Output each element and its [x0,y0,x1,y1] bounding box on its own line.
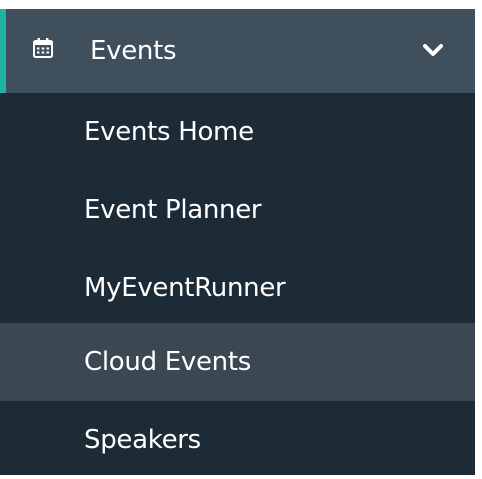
menu-item-label: Events Home [84,117,254,147]
menu-item-events-home[interactable]: Events Home [0,93,475,171]
menu-item-cloud-events[interactable]: Cloud Events [0,323,475,401]
menu-item-speakers[interactable]: Speakers [0,401,475,479]
events-menu-header[interactable]: Events [0,9,475,93]
events-submenu: Events Events Home Event Planner MyEvent… [0,9,475,475]
menu-item-label: Speakers [84,425,201,455]
calendar-icon [33,38,53,58]
menu-item-label: Cloud Events [84,347,251,377]
menu-item-label: MyEventRunner [84,273,286,303]
menu-item-myeventrunner[interactable]: MyEventRunner [0,249,475,327]
menu-item-event-planner[interactable]: Event Planner [0,171,475,249]
chevron-down-icon[interactable] [422,42,444,58]
menu-item-label: Event Planner [84,195,262,225]
events-menu-label: Events [90,36,177,66]
